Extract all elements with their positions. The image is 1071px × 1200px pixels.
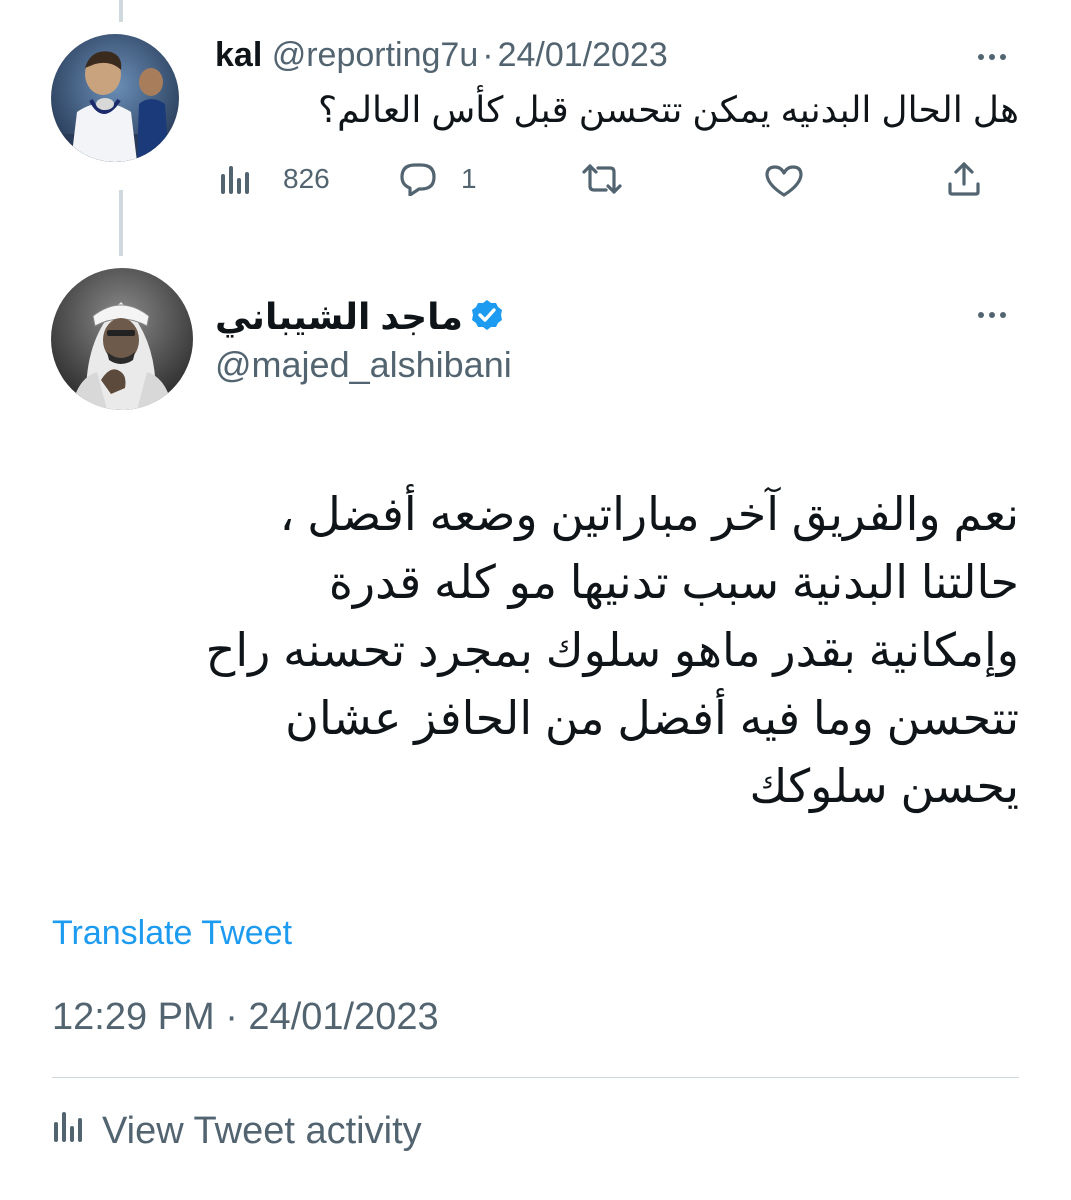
- thread-line-middle: [119, 190, 123, 256]
- view-tweet-activity[interactable]: View Tweet activity: [52, 1108, 422, 1154]
- reply-handle[interactable]: @reporting7u: [272, 36, 479, 74]
- thread-line-top: [119, 0, 123, 22]
- main-tweet-line: نعم والفريق آخر مباراتين وضعه أفضل ،: [279, 488, 1019, 540]
- ellipsis-icon: [978, 54, 984, 60]
- share-action[interactable]: [945, 160, 983, 198]
- translate-tweet-link[interactable]: Translate Tweet: [52, 914, 292, 953]
- main-more-button[interactable]: [978, 312, 1006, 318]
- verified-badge-icon: [471, 299, 503, 336]
- ellipsis-icon: [978, 312, 984, 318]
- avatar-majed[interactable]: [51, 268, 193, 410]
- bar-chart-icon: [219, 162, 253, 196]
- main-tweet-line: تتحسن وما فيه أفضل من الحافز عشان: [285, 692, 1019, 744]
- bar-chart-icon: [52, 1108, 86, 1154]
- reply-action[interactable]: 1: [399, 162, 477, 196]
- views-action[interactable]: 826: [219, 162, 330, 196]
- main-handle[interactable]: @majed_alshibani: [215, 344, 512, 386]
- reply-tweet-text: هل الحال البدنيه يمكن تتحسن قبل كأس العا…: [318, 89, 1019, 130]
- speech-bubble-icon: [399, 162, 437, 196]
- reply-tweet-header: kal @reporting7u · 24/01/2023: [215, 36, 668, 75]
- reply-header-separator: ·: [482, 36, 494, 74]
- main-tweet-line: حالتنا البدنية سبب تدنيها مو كله قدرة: [328, 556, 1019, 608]
- replies-count: 1: [461, 163, 477, 194]
- avatar-kal[interactable]: [51, 34, 179, 162]
- main-display-name[interactable]: ماجد الشيباني: [215, 296, 463, 338]
- views-count: 826: [283, 163, 330, 194]
- reply-more-button[interactable]: [978, 54, 1006, 60]
- reply-display-name[interactable]: kal: [215, 36, 262, 74]
- retweet-action[interactable]: [580, 162, 624, 196]
- like-action[interactable]: [764, 164, 804, 198]
- retweet-icon: [580, 162, 624, 196]
- reply-date[interactable]: 24/01/2023: [498, 36, 668, 74]
- main-tweet-line: وإمكانية بقدر ماهو سلوك بمجرد تحسنه راح: [205, 624, 1019, 676]
- share-upload-icon: [945, 160, 983, 198]
- divider: [52, 1077, 1019, 1078]
- view-tweet-activity-label[interactable]: View Tweet activity: [102, 1110, 422, 1153]
- main-tweet-text: نعم والفريق آخر مباراتين وضعه أفضل ، حال…: [59, 480, 1019, 820]
- main-name-row: ماجد الشيباني: [215, 296, 515, 338]
- heart-icon: [764, 164, 804, 198]
- main-tweet-line: يحسن سلوكك: [749, 760, 1019, 812]
- tweet-timestamp[interactable]: 12:29 PM · 24/01/2023: [52, 996, 439, 1039]
